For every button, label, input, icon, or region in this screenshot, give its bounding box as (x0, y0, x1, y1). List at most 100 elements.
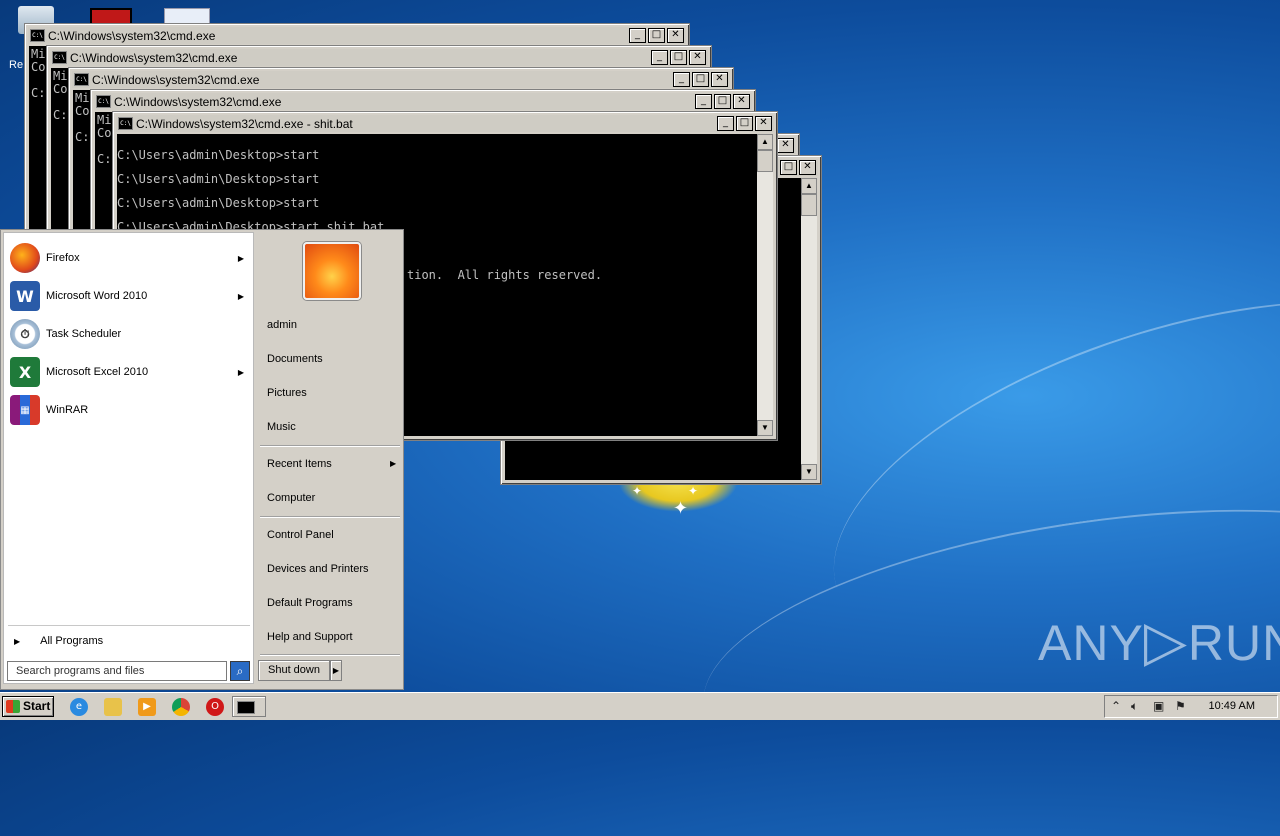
cmd-icon: C:\ (118, 117, 133, 130)
minimize-button[interactable]: _ (629, 28, 646, 43)
anyrun-watermark: ANY▷RUN (1038, 608, 1280, 674)
cmd-icon: C:\ (30, 29, 45, 42)
cmd-title: C:\Windows\system32\cmd.exe - shit.bat (136, 116, 353, 131)
start-button[interactable]: Start (2, 696, 54, 717)
watermark-text: RUN (1187, 615, 1280, 671)
search-icon[interactable]: ⌕ (230, 661, 250, 681)
close-button[interactable]: ✕ (755, 116, 772, 131)
cmd-titlebar[interactable]: C:\ C:\Windows\system32\cmd.exe - shit.b… (116, 115, 774, 132)
cmd-title: C:\Windows\system32\cmd.exe (48, 28, 216, 43)
close-button[interactable]: ✕ (689, 50, 706, 65)
desktop-label: Re (9, 59, 24, 71)
cmd-titlebar[interactable]: C:\ C:\Windows\system32\cmd.exe _ □ ✕ (28, 27, 686, 44)
chrome-icon[interactable] (172, 698, 190, 716)
program-task-scheduler[interactable]: ⏱ Task Scheduler (10, 317, 250, 351)
scroll-thumb[interactable] (801, 194, 817, 216)
maximize-button[interactable]: □ (714, 94, 731, 109)
maximize-button[interactable]: □ (648, 28, 665, 43)
network-icon[interactable]: ▣ (1153, 699, 1164, 713)
minimize-button[interactable]: _ (651, 50, 668, 65)
link-documents[interactable]: Documents (267, 353, 323, 365)
all-programs-link[interactable]: ▶ All Programs (14, 635, 103, 647)
link-recent-items[interactable]: Recent Items (267, 458, 332, 470)
cmd-title: C:\Windows\system32\cmd.exe (92, 72, 260, 87)
link-default-programs[interactable]: Default Programs (267, 597, 353, 609)
opera-icon[interactable]: O (206, 698, 224, 716)
scroll-thumb[interactable] (757, 150, 773, 172)
sparkle-icon: ✦ (688, 484, 699, 498)
program-winrar[interactable]: ▦ WinRAR (10, 393, 250, 427)
close-button[interactable]: ✕ (777, 138, 794, 153)
word-icon: W (10, 281, 40, 311)
action-center-flag-icon[interactable]: ⚑ (1175, 699, 1186, 713)
program-label: Firefox (46, 252, 80, 264)
play-icon: ▷ (1143, 609, 1188, 672)
task-scheduler-icon: ⏱ (10, 319, 40, 349)
start-label: Start (23, 699, 51, 713)
media-player-icon[interactable]: ▶ (138, 698, 156, 716)
submenu-arrow-icon: ▶ (237, 291, 244, 301)
divider (260, 654, 400, 656)
file-explorer-icon[interactable] (104, 698, 122, 716)
shutdown-button[interactable]: Shut down (258, 660, 330, 681)
winrar-icon: ▦ (10, 395, 40, 425)
link-control-panel[interactable]: Control Panel (267, 529, 334, 541)
tray-expand-icon[interactable]: ⌃ (1111, 699, 1121, 713)
link-computer[interactable]: Computer (267, 492, 315, 504)
close-button[interactable]: ✕ (733, 94, 750, 109)
program-excel[interactable]: X Microsoft Excel 2010 ▶ (10, 355, 250, 389)
minimize-button[interactable]: _ (717, 116, 734, 131)
scroll-down-arrow[interactable]: ▼ (801, 464, 817, 480)
search-input[interactable]: Search programs and files (7, 661, 227, 681)
cmd-icon: C:\ (74, 73, 89, 86)
minimize-button[interactable]: _ (695, 94, 712, 109)
shutdown-options-button[interactable]: ▶ (330, 660, 342, 681)
taskbar-cmd-button[interactable] (232, 696, 266, 717)
link-admin[interactable]: admin (267, 319, 297, 331)
cmd-titlebar[interactable]: C:\ C:\Windows\system32\cmd.exe _ □ ✕ (72, 71, 730, 88)
minimize-button[interactable]: _ (673, 72, 690, 87)
start-menu-programs: Firefox ▶ W Microsoft Word 2010 ▶ ⏱ Task… (3, 232, 254, 684)
maximize-button[interactable]: □ (780, 160, 797, 175)
cmd-icon: C:\ (96, 95, 111, 108)
volume-icon[interactable]: 🔈︎ (1131, 699, 1138, 714)
program-label: Task Scheduler (46, 328, 122, 340)
expand-arrow-icon: ▶ (14, 637, 21, 646)
program-label: Microsoft Word 2010 (46, 290, 148, 302)
close-button[interactable]: ✕ (667, 28, 684, 43)
program-word[interactable]: W Microsoft Word 2010 ▶ (10, 279, 250, 313)
vertical-scrollbar[interactable]: ▲ ▼ (801, 178, 817, 480)
scroll-up-arrow[interactable]: ▲ (801, 178, 817, 194)
internet-explorer-icon[interactable]: e (70, 698, 88, 716)
clock[interactable]: 10:49 AM (1209, 700, 1255, 712)
cmd-copyright: tion. All rights reserved. (407, 268, 603, 282)
cmd-titlebar[interactable]: C:\ C:\Windows\system32\cmd.exe _ □ ✕ (94, 93, 752, 110)
scroll-up-arrow[interactable]: ▲ (757, 134, 773, 150)
link-devices-printers[interactable]: Devices and Printers (267, 563, 369, 575)
start-menu-places: admin Documents Pictures Music Recent It… (256, 230, 403, 689)
close-button[interactable]: ✕ (711, 72, 728, 87)
system-tray: ⌃ 🔈︎ ▣ ⚑ 10:49 AM (1104, 695, 1278, 718)
close-button[interactable]: ✕ (799, 160, 816, 175)
cmd-output: Mi Co C: (31, 47, 46, 100)
link-pictures[interactable]: Pictures (267, 387, 307, 399)
cmd-title: C:\Windows\system32\cmd.exe (114, 94, 282, 109)
program-firefox[interactable]: Firefox ▶ (10, 241, 250, 275)
maximize-button[interactable]: □ (670, 50, 687, 65)
excel-icon: X (10, 357, 40, 387)
cmd-titlebar[interactable]: C:\ C:\Windows\system32\cmd.exe _ □ ✕ (50, 49, 708, 66)
scroll-down-arrow[interactable]: ▼ (757, 420, 773, 436)
maximize-button[interactable]: □ (692, 72, 709, 87)
cmd-output: Mi Co C: (75, 91, 90, 144)
cmd-icon (237, 701, 255, 714)
program-label: WinRAR (46, 404, 89, 416)
maximize-button[interactable]: □ (736, 116, 753, 131)
cmd-title: C:\Windows\system32\cmd.exe (70, 50, 238, 65)
divider (8, 625, 250, 626)
submenu-arrow-icon: ▶ (237, 253, 244, 263)
link-music[interactable]: Music (267, 421, 296, 433)
user-avatar[interactable] (303, 242, 361, 300)
vertical-scrollbar[interactable]: ▲ ▼ (757, 134, 773, 436)
submenu-arrow-icon: ▶ (390, 459, 397, 468)
link-help-support[interactable]: Help and Support (267, 631, 353, 643)
